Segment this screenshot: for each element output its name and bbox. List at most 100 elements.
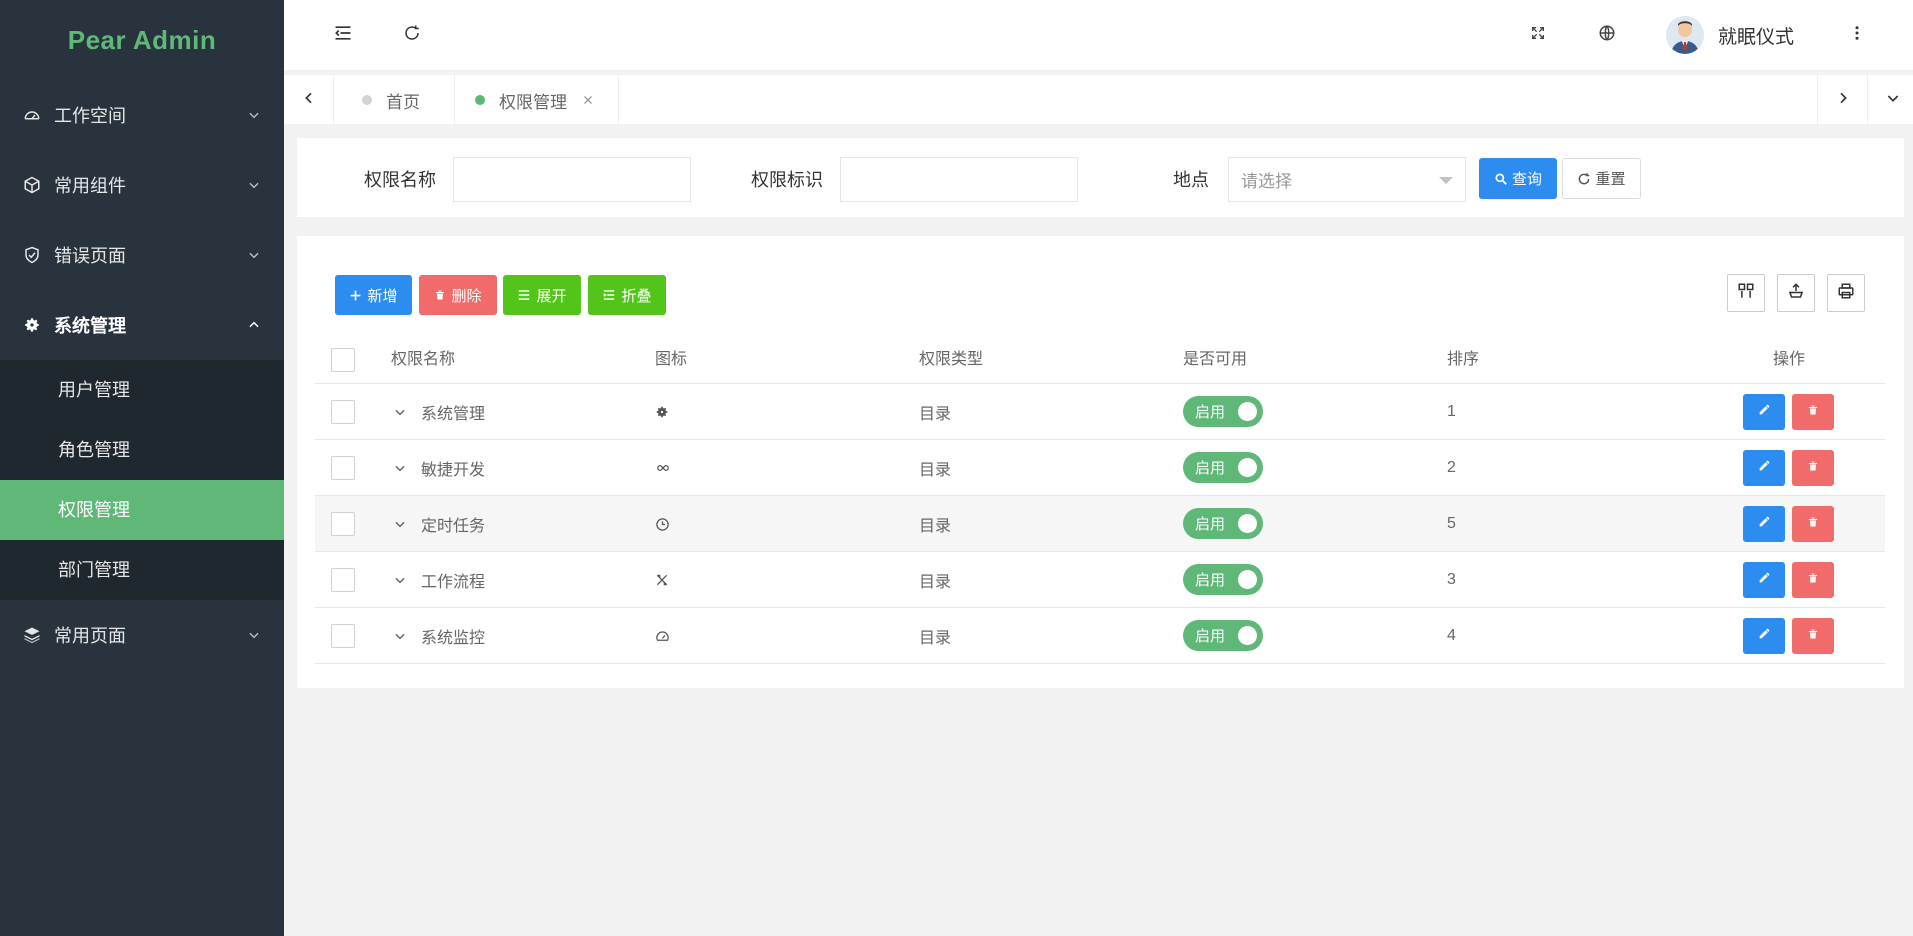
delete-button[interactable]: 删除 xyxy=(419,275,497,315)
enabled-toggle[interactable]: 启用 xyxy=(1183,452,1263,483)
add-button-label: 新增 xyxy=(367,287,398,305)
table-row[interactable]: 系统监控 目录 启用 4 xyxy=(315,608,1885,664)
tab-scroll-right-button[interactable] xyxy=(1817,75,1867,125)
delete-row-button[interactable] xyxy=(1792,562,1834,598)
more-options-button[interactable] xyxy=(1839,17,1875,53)
edit-button[interactable] xyxy=(1743,450,1785,486)
query-button-label: 查询 xyxy=(1511,171,1542,188)
sidebar-item-system[interactable]: 系统管理 xyxy=(0,290,284,360)
sidebar-item-permissions[interactable]: 权限管理 xyxy=(0,480,284,540)
place-select[interactable]: 请选择 xyxy=(1228,157,1466,202)
place-label: 地点 xyxy=(1173,170,1209,190)
collapse-button[interactable]: 折叠 xyxy=(588,275,666,315)
toggle-knob xyxy=(1238,402,1257,421)
tab-home[interactable]: 首页 xyxy=(334,75,455,125)
toggle-label: 启用 xyxy=(1195,404,1226,421)
column-header-name: 权限名称 xyxy=(391,351,456,368)
sidebar-item-error-pages[interactable]: 错误页面 xyxy=(0,220,284,290)
select-all-checkbox[interactable] xyxy=(331,348,355,372)
row-sort: 4 xyxy=(1447,627,1456,644)
row-checkbox[interactable] xyxy=(331,624,355,648)
collapse-button-label: 折叠 xyxy=(621,287,652,305)
permission-name-input[interactable] xyxy=(453,157,691,202)
close-icon[interactable] xyxy=(581,93,595,107)
column-header-enabled: 是否可用 xyxy=(1183,351,1248,368)
columns-filter-button[interactable] xyxy=(1727,274,1765,312)
row-checkbox[interactable] xyxy=(331,568,355,592)
table-row[interactable]: 系统管理 目录 启用 1 xyxy=(315,384,1885,440)
reset-button-label: 重置 xyxy=(1595,171,1626,188)
tools-icon xyxy=(655,552,669,608)
row-checkbox[interactable] xyxy=(331,512,355,536)
chevron-down-icon[interactable] xyxy=(391,459,409,477)
row-sort: 2 xyxy=(1447,459,1456,476)
menu-collapse-button[interactable] xyxy=(325,17,361,53)
enabled-toggle[interactable]: 启用 xyxy=(1183,620,1263,651)
dashboard-icon xyxy=(20,103,44,127)
app-logo[interactable]: Pear Admin xyxy=(0,0,284,80)
tab-dropdown-button[interactable] xyxy=(1867,75,1913,125)
delete-row-button[interactable] xyxy=(1792,450,1834,486)
delete-row-button[interactable] xyxy=(1792,506,1834,542)
enabled-toggle[interactable]: 启用 xyxy=(1183,564,1263,595)
permission-name-label: 权限名称 xyxy=(364,170,436,190)
expand-button[interactable]: 展开 xyxy=(503,275,581,315)
toggle-knob xyxy=(1238,458,1257,477)
sidebar-item-workspace[interactable]: 工作空间 xyxy=(0,80,284,150)
refresh-icon xyxy=(1577,172,1591,186)
table-row[interactable]: 定时任务 目录 启用 5 xyxy=(315,496,1885,552)
toggle-knob xyxy=(1238,626,1257,645)
user-menu[interactable]: 就眠仪式 xyxy=(1666,15,1794,55)
delete-row-button[interactable] xyxy=(1792,394,1834,430)
sidebar-item-roles[interactable]: 角色管理 xyxy=(0,420,284,480)
query-button[interactable]: 查询 xyxy=(1479,158,1557,199)
sidebar-item-components[interactable]: 常用组件 xyxy=(0,150,284,220)
sidebar-item-departments[interactable]: 部门管理 xyxy=(0,540,284,600)
chevron-down-icon[interactable] xyxy=(391,627,409,645)
sidebar: Pear Admin 工作空间 常用组件 错误页面 系统管理 用户管理 角色管理… xyxy=(0,0,284,936)
permission-code-label: 权限标识 xyxy=(751,170,823,190)
row-type: 目录 xyxy=(919,574,952,591)
tab-permissions[interactable]: 权限管理 xyxy=(455,75,619,125)
delete-row-button[interactable] xyxy=(1792,618,1834,654)
row-name: 敏捷开发 xyxy=(421,462,486,479)
edit-button[interactable] xyxy=(1743,394,1785,430)
sidebar-item-users[interactable]: 用户管理 xyxy=(0,360,284,420)
table-row[interactable]: 敏捷开发 目录 启用 2 xyxy=(315,440,1885,496)
pencil-icon xyxy=(1758,403,1771,421)
print-button[interactable] xyxy=(1827,274,1865,312)
sidebar-item-label: 常用页面 xyxy=(54,626,126,646)
sidebar-item-common-pages[interactable]: 常用页面 xyxy=(0,600,284,670)
edit-button[interactable] xyxy=(1743,506,1785,542)
language-button[interactable] xyxy=(1589,17,1625,53)
tab-scroll-left-button[interactable] xyxy=(284,75,334,125)
reset-button[interactable]: 重置 xyxy=(1562,158,1641,199)
trash-icon xyxy=(1807,627,1819,645)
row-checkbox[interactable] xyxy=(331,456,355,480)
edit-button[interactable] xyxy=(1743,618,1785,654)
table-row[interactable]: 工作流程 目录 启用 3 xyxy=(315,552,1885,608)
export-button[interactable] xyxy=(1777,274,1815,312)
fullscreen-icon xyxy=(1530,25,1546,46)
refresh-button[interactable] xyxy=(394,17,430,53)
row-name-cell: 定时任务 xyxy=(391,496,485,552)
chevron-down-icon[interactable] xyxy=(391,515,409,533)
tab-label: 首页 xyxy=(386,92,420,112)
permission-code-input[interactable] xyxy=(840,157,1078,202)
column-header-type: 权限类型 xyxy=(919,351,984,368)
chevron-down-icon[interactable] xyxy=(391,403,409,421)
row-type: 目录 xyxy=(919,406,952,423)
sidebar-item-label: 常用组件 xyxy=(54,176,126,196)
enabled-toggle[interactable]: 启用 xyxy=(1183,508,1263,539)
row-checkbox[interactable] xyxy=(331,400,355,424)
row-sort: 1 xyxy=(1447,403,1456,420)
add-button[interactable]: 新增 xyxy=(335,275,412,315)
infinity-icon xyxy=(655,440,671,496)
edit-button[interactable] xyxy=(1743,562,1785,598)
chevron-left-icon xyxy=(301,90,317,111)
fullscreen-button[interactable] xyxy=(1520,17,1556,53)
sidebar-item-label: 错误页面 xyxy=(54,246,126,266)
enabled-toggle[interactable]: 启用 xyxy=(1183,396,1263,427)
chevron-down-icon[interactable] xyxy=(391,571,409,589)
plus-icon xyxy=(349,289,362,302)
